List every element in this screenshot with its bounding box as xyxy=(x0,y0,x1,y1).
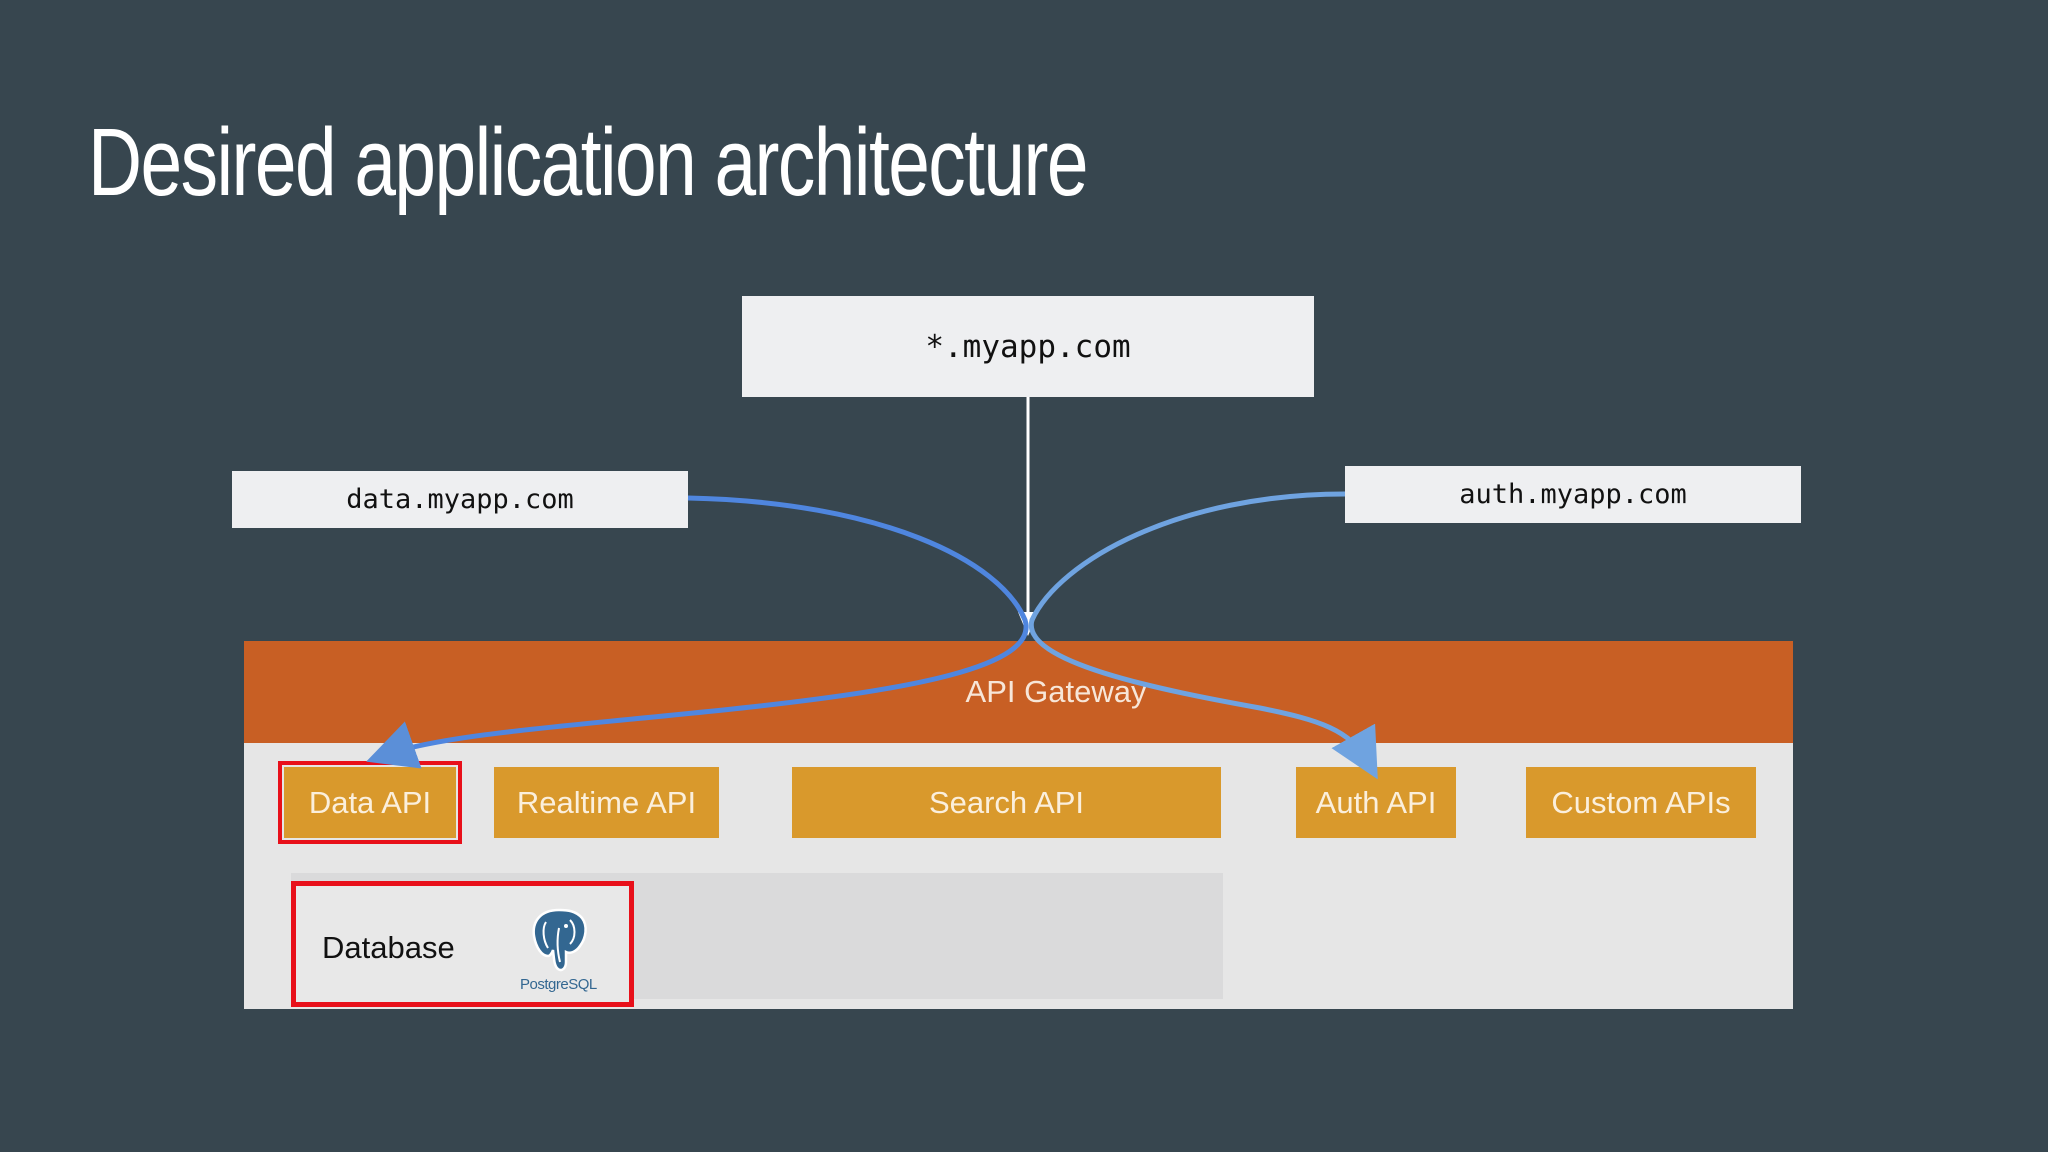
slide-title: Desired application architecture xyxy=(88,109,1089,216)
postgresql-logo-text: PostgreSQL xyxy=(520,976,597,993)
auth-domain-box: auth.myapp.com xyxy=(1345,466,1801,523)
api-gateway-label: API Gateway xyxy=(965,674,1147,709)
auth-api-box: Auth API xyxy=(1296,767,1456,838)
api-gateway-bar: API Gateway xyxy=(244,641,1793,743)
realtime-api-box: Realtime API xyxy=(494,767,719,838)
wildcard-domain-box: *.myapp.com xyxy=(742,296,1314,397)
database-box: Database PostgreSQL xyxy=(291,881,634,1007)
database-label: Database xyxy=(322,930,455,965)
architecture-container: API Gateway Data API Realtime API Search… xyxy=(244,641,1793,1009)
postgresql-elephant-icon xyxy=(532,908,587,972)
data-domain-box: data.myapp.com xyxy=(232,471,688,528)
search-api-box: Search API xyxy=(792,767,1221,838)
custom-apis-box: Custom APIs xyxy=(1526,767,1756,838)
data-api-box: Data API xyxy=(278,761,462,844)
wildcard-arrowhead xyxy=(1018,612,1038,636)
